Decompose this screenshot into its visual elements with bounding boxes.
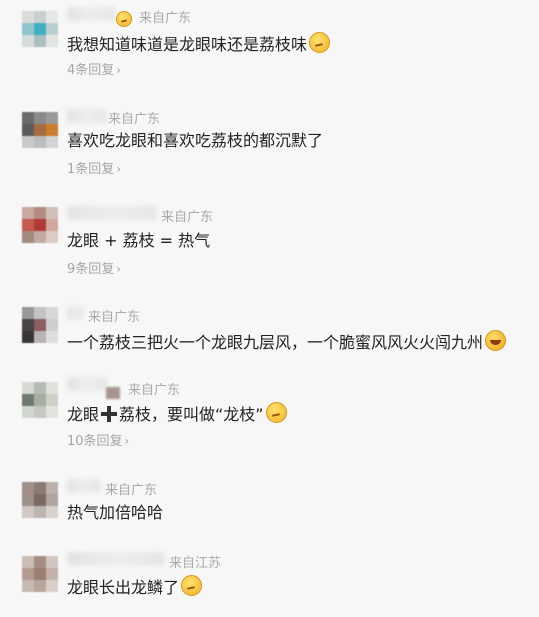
laughing-crying-face-icon xyxy=(485,330,507,351)
location-label: 来自广东 xyxy=(108,112,161,127)
reply-link[interactable]: 4条回复 › xyxy=(67,62,121,79)
username-blurred[interactable] xyxy=(67,109,107,123)
chevron-right-icon: › xyxy=(124,434,130,448)
location-label: 来自广东 xyxy=(88,310,141,325)
username-blurred-mark xyxy=(106,387,120,399)
location-label: 来自广东 xyxy=(139,11,192,26)
username-blurred[interactable] xyxy=(67,377,107,391)
thinking-face-icon xyxy=(181,575,203,596)
thinking-face-icon xyxy=(265,402,287,423)
username-blurred[interactable] xyxy=(67,7,115,21)
comment-text: 喜欢吃龙眼和喜欢吃荔枝的都沉默了 xyxy=(67,131,324,150)
location-label: 来自广东 xyxy=(161,210,214,225)
user-badge-icon xyxy=(116,11,132,27)
username-blurred[interactable] xyxy=(67,479,101,493)
chevron-right-icon: › xyxy=(116,162,122,176)
comment-text: 龙眼 荔枝，要叫做“龙枝” xyxy=(67,402,287,426)
reply-link[interactable]: 9条回复 › xyxy=(67,261,121,278)
comment-text: 一个荔枝三把火一个龙眼九层风，一个脆蜜风风火火闯九州 xyxy=(67,330,507,354)
location-label: 来自广东 xyxy=(128,383,181,398)
chevron-right-icon: › xyxy=(116,262,122,276)
reply-link[interactable]: 1条回复 › xyxy=(67,161,121,178)
avatar[interactable] xyxy=(22,207,58,243)
username-blurred[interactable] xyxy=(67,306,83,320)
comment-text: 热气加倍哈哈 xyxy=(67,503,164,522)
avatar[interactable] xyxy=(22,482,58,518)
avatar[interactable] xyxy=(22,11,58,47)
comment-text: 我想知道味道是龙眼味还是荔枝味 xyxy=(67,32,331,56)
reply-link[interactable]: 10条回复 › xyxy=(67,433,129,450)
username-blurred[interactable] xyxy=(67,206,157,220)
plus-icon xyxy=(100,405,118,423)
username-blurred[interactable] xyxy=(67,552,165,566)
comment-text: 龙眼 + 荔枝 = 热气 xyxy=(67,231,211,250)
chevron-right-icon: › xyxy=(116,63,122,77)
location-label: 来自广东 xyxy=(105,483,158,498)
avatar[interactable] xyxy=(22,556,58,592)
location-label: 来自江苏 xyxy=(169,556,222,571)
avatar[interactable] xyxy=(22,307,58,343)
avatar[interactable] xyxy=(22,112,58,148)
comment-text: 龙眼长出龙鳞了 xyxy=(67,575,203,599)
avatar[interactable] xyxy=(22,382,58,418)
thinking-face-icon xyxy=(309,32,331,53)
